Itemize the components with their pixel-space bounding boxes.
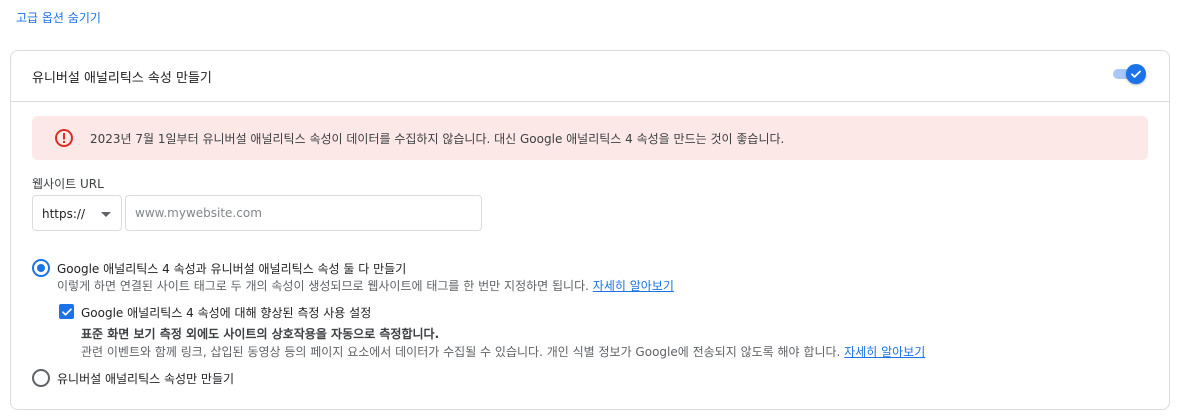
hide-advanced-options-link[interactable]: 고급 옵션 숨기기 <box>16 9 101 26</box>
website-url-label: 웹사이트 URL <box>32 177 104 191</box>
option-ua-only-label: 유니버설 애널리틱스 속성만 만들기 <box>57 372 235 386</box>
option-both-description-text: 이렇게 하면 연결된 사이트 태그로 두 개의 속성이 생성되므로 웹사이트에 … <box>57 279 589 293</box>
option-both-description: 이렇게 하면 연결된 사이트 태그로 두 개의 속성이 생성되므로 웹사이트에 … <box>57 277 674 294</box>
radio-ua-only[interactable] <box>32 369 50 387</box>
universal-analytics-card: 유니버설 애널리틱스 속성 만들기 2023년 7월 1일부터 유니버설 애널리… <box>10 50 1170 410</box>
dropdown-caret-icon <box>101 212 111 217</box>
radio-create-both[interactable] <box>32 259 50 277</box>
checkmark-icon <box>61 307 72 316</box>
check-icon <box>1131 70 1141 78</box>
enhanced-measurement-checkbox[interactable] <box>59 304 74 319</box>
option-both-label: Google 애널리틱스 4 속성과 유니버설 애널리틱스 속성 둘 다 만들기 <box>57 262 407 276</box>
url-scheme-value: https:// <box>42 207 86 221</box>
card-title: 유니버설 애널리틱스 속성 만들기 <box>32 71 212 86</box>
enhanced-measurement-summary: 표준 화면 보기 측정 외에도 사이트의 상호작용을 자동으로 측정합니다. <box>81 327 440 341</box>
learn-more-link[interactable]: 자세히 알아보기 <box>593 279 674 293</box>
error-circle-icon <box>55 129 73 147</box>
deprecation-alert: 2023년 7월 1일부터 유니버설 애널리틱스 속성이 데이터를 수집하지 않… <box>32 116 1148 160</box>
card-header: 유니버설 애널리틱스 속성 만들기 <box>11 51 1169 102</box>
enhanced-description-text: 관련 이벤트와 함께 링크, 삽입된 동영상 등의 페이지 요소에서 데이터가 … <box>81 345 841 359</box>
create-ua-toggle[interactable] <box>1111 64 1147 84</box>
enhanced-measurement-description: 관련 이벤트와 함께 링크, 삽입된 동영상 등의 페이지 요소에서 데이터가 … <box>81 343 925 360</box>
website-url-input[interactable] <box>125 195 482 231</box>
url-scheme-select[interactable]: https:// <box>32 195 122 231</box>
alert-text: 2023년 7월 1일부터 유니버설 애널리틱스 속성이 데이터를 수집하지 않… <box>90 132 785 146</box>
enhanced-measurement-label: Google 애널리틱스 4 속성에 대해 향상된 측정 사용 설정 <box>81 306 372 320</box>
enhanced-learn-more-link[interactable]: 자세히 알아보기 <box>844 345 925 359</box>
toggle-knob <box>1126 64 1146 84</box>
